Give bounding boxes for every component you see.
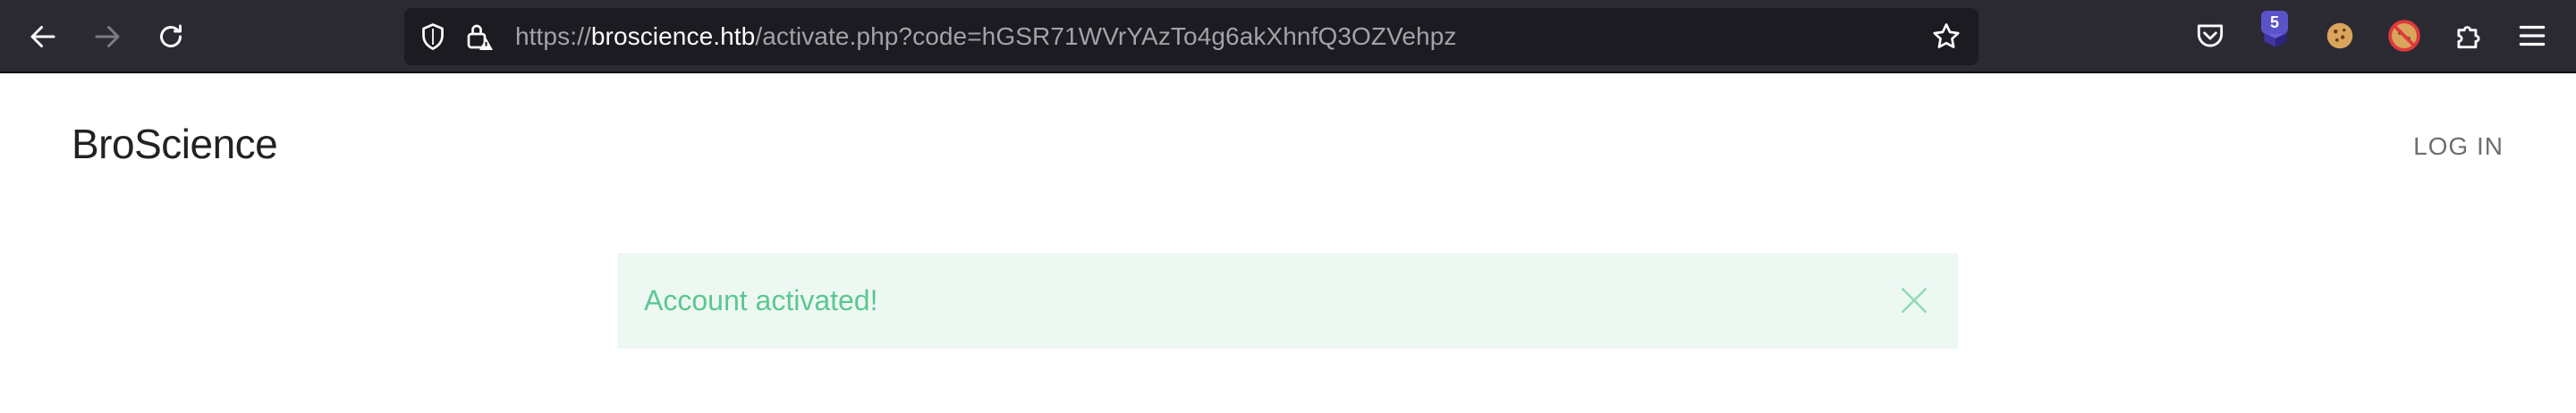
- cookie-block-button[interactable]: [2385, 16, 2424, 55]
- url-text[interactable]: https://broscience.htb/activate.php?code…: [515, 8, 1456, 65]
- extensions-button[interactable]: [2449, 16, 2488, 55]
- url-host: broscience.htb: [590, 22, 756, 50]
- forward-button[interactable]: [84, 13, 131, 60]
- pocket-button[interactable]: [2190, 16, 2230, 55]
- star-icon[interactable]: [1930, 21, 1962, 53]
- cookie-icon: [2326, 22, 2353, 49]
- url-path: /activate.php?code=hGSR71WVrYAzTo4g6akXh…: [755, 22, 1457, 50]
- hamburger-menu-icon: [2519, 25, 2546, 46]
- forward-arrow-icon: [95, 26, 120, 47]
- site-brand[interactable]: BroScience: [72, 120, 278, 168]
- shield-icon[interactable]: [417, 21, 449, 53]
- cookie-block-icon: [2388, 20, 2420, 52]
- reload-icon: [160, 24, 182, 47]
- success-alert: Account activated!: [617, 253, 1958, 349]
- menu-button[interactable]: [2512, 16, 2552, 55]
- pocket-icon: [2197, 24, 2224, 47]
- address-bar[interactable]: https://broscience.htb/activate.php?code…: [404, 8, 1979, 65]
- back-arrow-icon: [30, 26, 55, 47]
- browser-toolbar: https://broscience.htb/activate.php?code…: [0, 0, 2576, 73]
- close-icon[interactable]: [1897, 283, 1931, 317]
- back-button[interactable]: [20, 13, 66, 60]
- url-scheme: https://: [515, 22, 591, 50]
- login-link[interactable]: LOG IN: [2413, 132, 2504, 161]
- alert-message: Account activated!: [644, 284, 878, 316]
- puzzle-icon: [2457, 26, 2480, 49]
- cookie-button[interactable]: [2320, 16, 2360, 55]
- reload-button[interactable]: [148, 13, 194, 60]
- lock-warning-icon[interactable]: [463, 21, 496, 53]
- extension-badge: 5: [2261, 11, 2288, 34]
